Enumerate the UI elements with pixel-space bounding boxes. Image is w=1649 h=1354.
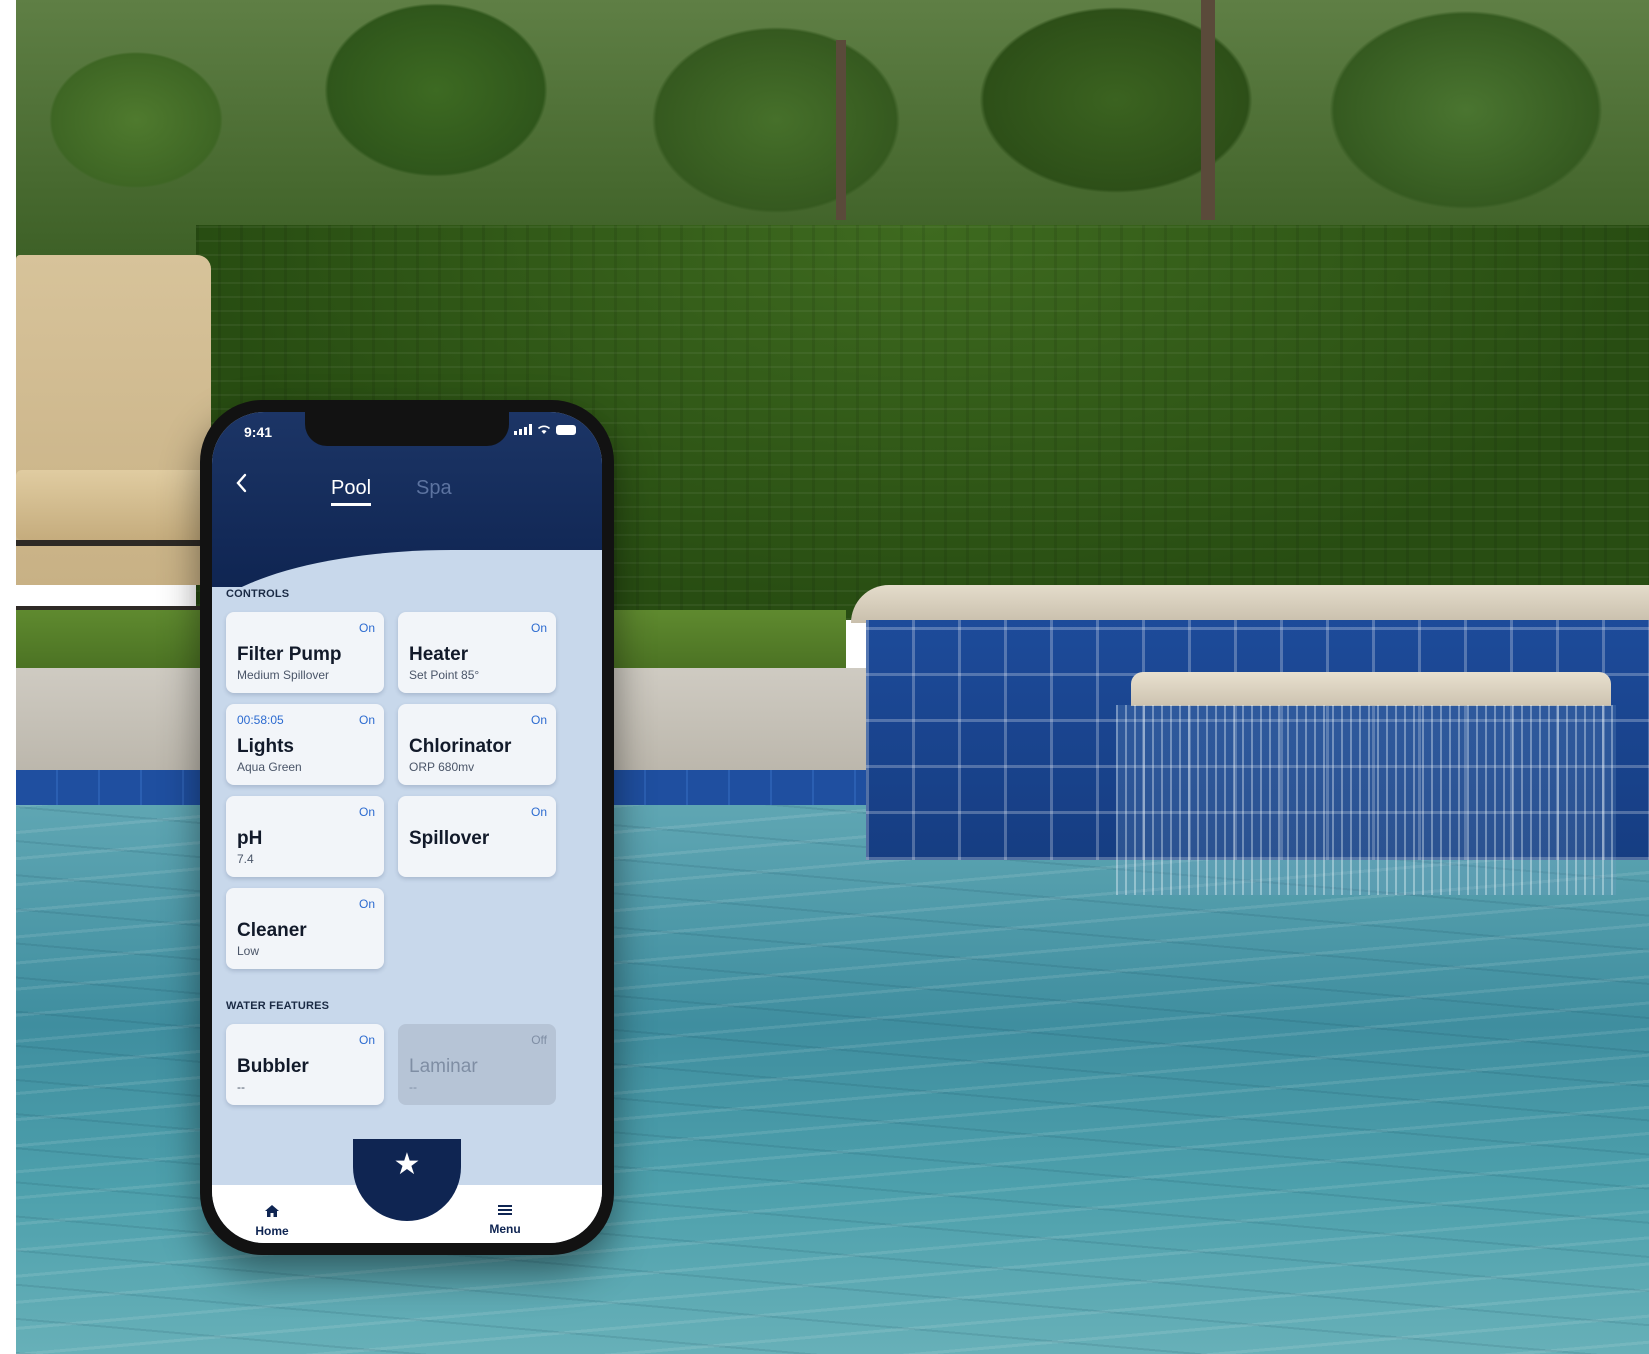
card-title: Filter Pump bbox=[237, 644, 342, 665]
card-subtitle: Low bbox=[237, 944, 260, 958]
control-card-filter-pump[interactable]: On Filter Pump Medium Spillover bbox=[226, 612, 384, 693]
phone-notch bbox=[305, 412, 509, 446]
status-badge: On bbox=[358, 1033, 375, 1047]
home-icon bbox=[242, 1204, 302, 1222]
card-subtitle: Medium Spillover bbox=[237, 668, 330, 682]
tab-spa[interactable]: Spa bbox=[416, 477, 452, 500]
controls-section-label: CONTROLS bbox=[226, 588, 290, 600]
status-badge: On bbox=[358, 621, 375, 635]
status-badge: On bbox=[530, 805, 547, 819]
card-subtitle: ORP 680mv bbox=[409, 760, 475, 774]
card-title: Heater bbox=[409, 644, 469, 665]
feature-card-bubbler[interactable]: On Bubbler -- bbox=[226, 1024, 384, 1105]
status-icons bbox=[514, 424, 576, 435]
control-card-chlorinator[interactable]: On Chlorinator ORP 680mv bbox=[398, 704, 556, 785]
chevron-left-icon bbox=[236, 473, 247, 493]
menu-icon bbox=[475, 1204, 535, 1220]
tree-trunk bbox=[1201, 0, 1215, 220]
spillover-waterfall bbox=[1116, 705, 1616, 895]
nav-menu-label: Menu bbox=[489, 1222, 521, 1236]
battery-icon bbox=[556, 424, 576, 435]
nav-home-label: Home bbox=[255, 1224, 289, 1238]
card-title: Cleaner bbox=[237, 920, 307, 941]
card-title: pH bbox=[237, 828, 263, 849]
status-badge: On bbox=[358, 713, 375, 727]
back-button[interactable] bbox=[234, 472, 248, 498]
card-title: Chlorinator bbox=[409, 736, 512, 757]
card-subtitle: -- bbox=[409, 1080, 417, 1094]
control-card-heater[interactable]: On Heater Set Point 85° bbox=[398, 612, 556, 693]
tree-trunk bbox=[836, 40, 846, 220]
tab-pool[interactable]: Pool bbox=[331, 477, 372, 506]
card-subtitle: -- bbox=[237, 1080, 245, 1094]
card-subtitle: 7.4 bbox=[237, 852, 254, 866]
spillover-ledge bbox=[1131, 672, 1611, 706]
timer-readout: 00:58:05 bbox=[237, 713, 284, 727]
card-title: Laminar bbox=[409, 1056, 478, 1077]
card-title: Bubbler bbox=[237, 1056, 309, 1077]
lounge-chair-frame bbox=[16, 540, 231, 610]
status-badge: Off bbox=[531, 1033, 547, 1047]
water-features-section-label: WATER FEATURES bbox=[226, 1000, 330, 1012]
spa-rim bbox=[851, 585, 1649, 623]
control-card-spillover[interactable]: On Spillover bbox=[398, 796, 556, 877]
phone-screen: 9:41 Pool Spa CONTROLS On Filter Pump Me… bbox=[212, 412, 602, 1243]
card-title: Lights bbox=[237, 736, 294, 757]
lounge-chair-cushion bbox=[16, 470, 231, 540]
card-subtitle: Set Point 85° bbox=[409, 668, 480, 682]
signal-icon bbox=[514, 424, 532, 435]
control-card-lights[interactable]: 00:58:05 On Lights Aqua Green bbox=[226, 704, 384, 785]
feature-card-laminar[interactable]: Off Laminar -- bbox=[398, 1024, 556, 1105]
control-card-cleaner[interactable]: On Cleaner Low bbox=[226, 888, 384, 969]
status-badge: On bbox=[358, 897, 375, 911]
status-badge: On bbox=[358, 805, 375, 819]
wifi-icon bbox=[537, 425, 551, 434]
status-time: 9:41 bbox=[244, 424, 273, 440]
status-badge: On bbox=[530, 713, 547, 727]
nav-menu[interactable]: Menu bbox=[475, 1204, 535, 1236]
control-card-ph[interactable]: On pH 7.4 bbox=[226, 796, 384, 877]
nav-home[interactable]: Home bbox=[242, 1204, 302, 1238]
status-badge: On bbox=[530, 621, 547, 635]
phone-mockup: 9:41 Pool Spa CONTROLS On Filter Pump Me… bbox=[200, 400, 614, 1255]
card-title: Spillover bbox=[409, 828, 490, 849]
star-icon[interactable]: ★ bbox=[374, 1147, 440, 1182]
card-subtitle: Aqua Green bbox=[237, 760, 302, 774]
